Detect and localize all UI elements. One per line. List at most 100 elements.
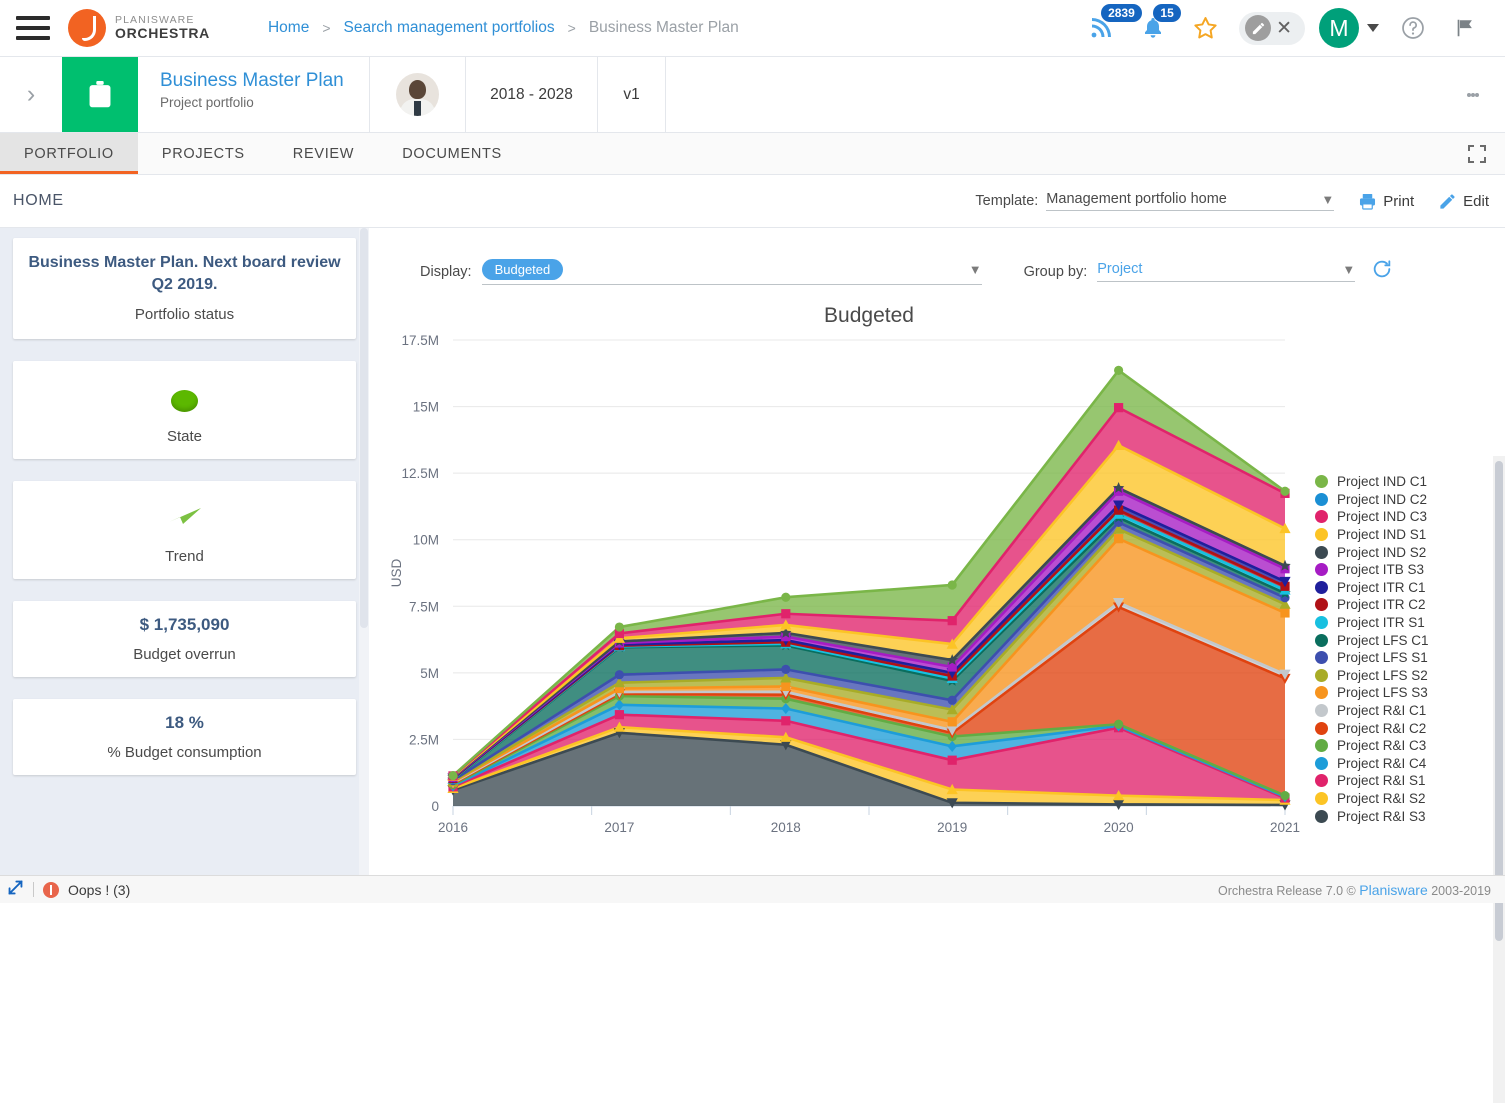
legend-item[interactable]: Project LFS S2 (1315, 667, 1485, 685)
close-edit-icon[interactable]: ✕ (1276, 17, 1292, 40)
edit-button[interactable]: Edit (1438, 192, 1489, 211)
legend-item[interactable]: Project IND C2 (1315, 491, 1485, 509)
kpi-budget-overrun-label: Budget overrun (133, 646, 236, 663)
project-version[interactable]: v1 (598, 57, 666, 132)
tab-projects[interactable]: PROJECTS (138, 133, 269, 174)
tab-review[interactable]: REVIEW (269, 133, 378, 174)
copyright-years: 2003-2019 (1431, 883, 1491, 898)
legend-color-swatch-icon (1315, 633, 1328, 647)
trend-indicator (25, 495, 344, 537)
template-select[interactable]: Management portfolio home ▼ (1046, 191, 1335, 211)
legend-item[interactable]: Project IND C1 (1315, 473, 1485, 491)
legend-label: Project IND C1 (1337, 474, 1428, 490)
chevron-down-icon: ▼ (968, 261, 982, 277)
legend-item[interactable]: Project R&I S2 (1315, 790, 1485, 808)
legend-item[interactable]: Project ITR C1 (1315, 579, 1485, 597)
breadcrumb-item-home[interactable]: Home (268, 19, 309, 37)
project-date-range[interactable]: 2018 - 2028 (466, 57, 598, 132)
page-scrollbar[interactable] (1493, 456, 1505, 1103)
error-icon (43, 881, 59, 898)
user-avatar[interactable]: M (1319, 8, 1359, 48)
chart-controls: Display: Budgeted ▼ Group by: Project ▼ (375, 228, 1493, 285)
legend-label: Project R&I C2 (1337, 720, 1427, 736)
user-menu-chevron-down-icon[interactable] (1367, 24, 1379, 32)
svg-text:15M: 15M (413, 400, 439, 415)
print-label: Print (1383, 192, 1415, 210)
expand-sidebar-chevron-right-icon[interactable]: › (0, 57, 62, 132)
legend-item[interactable]: Project IND C3 (1315, 508, 1485, 526)
svg-text:2020: 2020 (1104, 820, 1134, 835)
brand-link[interactable]: Planisware (1359, 882, 1427, 898)
help-icon[interactable] (1387, 0, 1439, 57)
top-navigation-bar: PLANISWARE ORCHESTRA Home > Search manag… (0, 0, 1505, 57)
home-section-label: HOME (13, 192, 64, 209)
expand-arrows-icon[interactable] (7, 879, 24, 901)
fullscreen-expand-icon[interactable] (1449, 133, 1505, 174)
page-title[interactable]: Business Master Plan (160, 69, 369, 93)
notifications-icon[interactable]: 15 (1127, 0, 1182, 57)
avatar (396, 73, 439, 116)
legend-label: Project LFS C1 (1337, 632, 1429, 648)
groupby-select[interactable]: Project ▼ (1097, 261, 1356, 282)
legend-item[interactable]: Project IND S1 (1315, 526, 1485, 544)
legend-item[interactable]: Project R&I C1 (1315, 702, 1485, 720)
chevron-down-icon: ▼ (1342, 261, 1356, 277)
page-scrollbar-thumb[interactable] (1495, 461, 1503, 941)
breadcrumb-separator: > (322, 20, 331, 36)
svg-text:2019: 2019 (937, 820, 967, 835)
legend-label: Project ITR S1 (1337, 615, 1425, 631)
legend-item[interactable]: Project LFS C1 (1315, 631, 1485, 649)
planisware-orchestra-logo: PLANISWARE ORCHESTRA (68, 9, 210, 47)
top-right-toolbar: 2839 15 ✕ M (1075, 0, 1505, 57)
legend-item[interactable]: Project R&I C3 (1315, 737, 1485, 755)
legend-item[interactable]: Project IND S2 (1315, 543, 1485, 561)
project-owner-avatar-cell[interactable] (370, 57, 466, 132)
kpi-card-budget-overrun[interactable]: $ 1,735,090 Budget overrun (13, 601, 356, 677)
breadcrumb-item-search-portfolios[interactable]: Search management portfolios (344, 19, 555, 37)
svg-text:7.5M: 7.5M (409, 599, 439, 614)
legend-color-swatch-icon (1315, 809, 1328, 823)
legend-item[interactable]: Project R&I C4 (1315, 755, 1485, 773)
legend-item[interactable]: Project R&I S1 (1315, 772, 1485, 790)
legend-item[interactable]: Project LFS S1 (1315, 649, 1485, 667)
project-subtitle: Project portfolio (160, 94, 254, 110)
hamburger-menu-icon[interactable] (16, 16, 50, 40)
print-button[interactable]: Print (1358, 192, 1414, 211)
legend-label: Project LFS S3 (1337, 685, 1428, 701)
legend-label: Project R&I S2 (1337, 790, 1426, 806)
sidebar-scrollbar-thumb[interactable] (360, 228, 368, 628)
svg-text:2.5M: 2.5M (409, 732, 439, 747)
favorite-star-icon[interactable] (1179, 0, 1231, 57)
legend-item[interactable]: Project R&I C2 (1315, 719, 1485, 737)
legend-label: Project R&I S3 (1337, 808, 1426, 824)
legend-item[interactable]: Project ITR C2 (1315, 596, 1485, 614)
breadcrumb: Home > Search management portfolios > Bu… (268, 19, 739, 37)
legend-item[interactable]: Project LFS S3 (1315, 684, 1485, 702)
tab-documents[interactable]: DOCUMENTS (378, 133, 526, 174)
kpi-card-trend[interactable]: Trend (13, 481, 356, 579)
feed-icon[interactable]: 2839 (1075, 0, 1142, 57)
planisware-logo-icon (68, 9, 106, 47)
refresh-icon[interactable] (1371, 258, 1393, 285)
svg-text:12.5M: 12.5M (401, 466, 439, 481)
legend-color-swatch-icon (1315, 510, 1328, 524)
legend-item[interactable]: Project ITB S3 (1315, 561, 1485, 579)
tab-portfolio[interactable]: PORTFOLIO (0, 133, 138, 174)
project-header-bar: › Business Master Plan Project portfolio… (0, 57, 1505, 133)
flag-icon[interactable] (1439, 0, 1491, 57)
display-select[interactable]: Budgeted ▼ (481, 258, 982, 285)
edit-mode-toggle-group[interactable]: ✕ (1239, 11, 1305, 45)
legend-color-swatch-icon (1315, 739, 1328, 753)
error-message[interactable]: Oops ! (3) (68, 882, 130, 898)
kpi-card-state[interactable]: State (13, 361, 356, 459)
legend-color-swatch-icon (1315, 756, 1328, 770)
legend-item[interactable]: Project R&I S3 (1315, 807, 1485, 825)
kpi-card-budget-consumption[interactable]: 18 % % Budget consumption (13, 699, 356, 775)
edit-pencil-icon[interactable] (1245, 15, 1272, 41)
legend-color-swatch-icon (1315, 721, 1328, 735)
legend-item[interactable]: Project ITR S1 (1315, 614, 1485, 632)
kpi-trend-label: Trend (165, 548, 204, 565)
more-options-kebab-icon[interactable] (1441, 57, 1505, 132)
legend-label: Project R&I C1 (1337, 703, 1427, 719)
notifications-badge-count: 15 (1153, 3, 1182, 22)
